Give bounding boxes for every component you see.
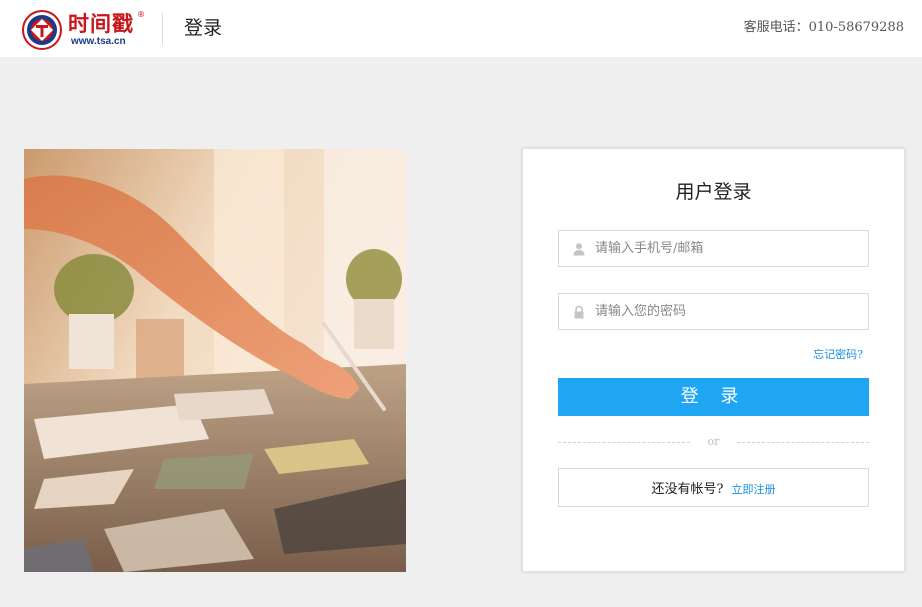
forgot-password-link[interactable]: 忘记密码? bbox=[813, 348, 863, 362]
username-field[interactable] bbox=[558, 230, 869, 267]
password-field[interactable] bbox=[558, 293, 869, 330]
user-icon bbox=[573, 243, 585, 256]
login-panel: 用户登录 忘记密码? 登 录 or 还没有帐号? 立即注册 bbox=[522, 148, 905, 572]
login-title: 用户登录 bbox=[675, 181, 752, 203]
or-divider: or bbox=[558, 435, 869, 449]
site-logo[interactable]: 时间戳 ® www.tsa.cn bbox=[22, 10, 147, 50]
register-prompt: 还没有帐号? bbox=[651, 482, 724, 497]
customer-service-hotline: 客服电话：010-58679288 bbox=[743, 20, 904, 35]
logo-url: www.tsa.cn bbox=[71, 36, 126, 47]
logo-registered-mark: ® bbox=[137, 10, 145, 19]
register-link[interactable]: 立即注册 bbox=[731, 483, 775, 496]
logo-name: 时间戳 bbox=[68, 12, 134, 36]
logo-emblem-icon bbox=[22, 10, 62, 50]
lock-icon bbox=[574, 305, 584, 319]
password-input[interactable] bbox=[595, 294, 860, 329]
login-button[interactable]: 登 录 bbox=[558, 378, 869, 416]
divider-line-right bbox=[737, 442, 869, 443]
hero-photo bbox=[24, 149, 406, 572]
username-input[interactable] bbox=[595, 231, 860, 266]
top-header: 时间戳 ® www.tsa.cn 登录 客服电话：010-58679288 bbox=[0, 0, 922, 57]
page-title: 登录 bbox=[184, 17, 223, 39]
register-box: 还没有帐号? 立即注册 bbox=[558, 468, 869, 507]
header-divider bbox=[162, 13, 163, 45]
